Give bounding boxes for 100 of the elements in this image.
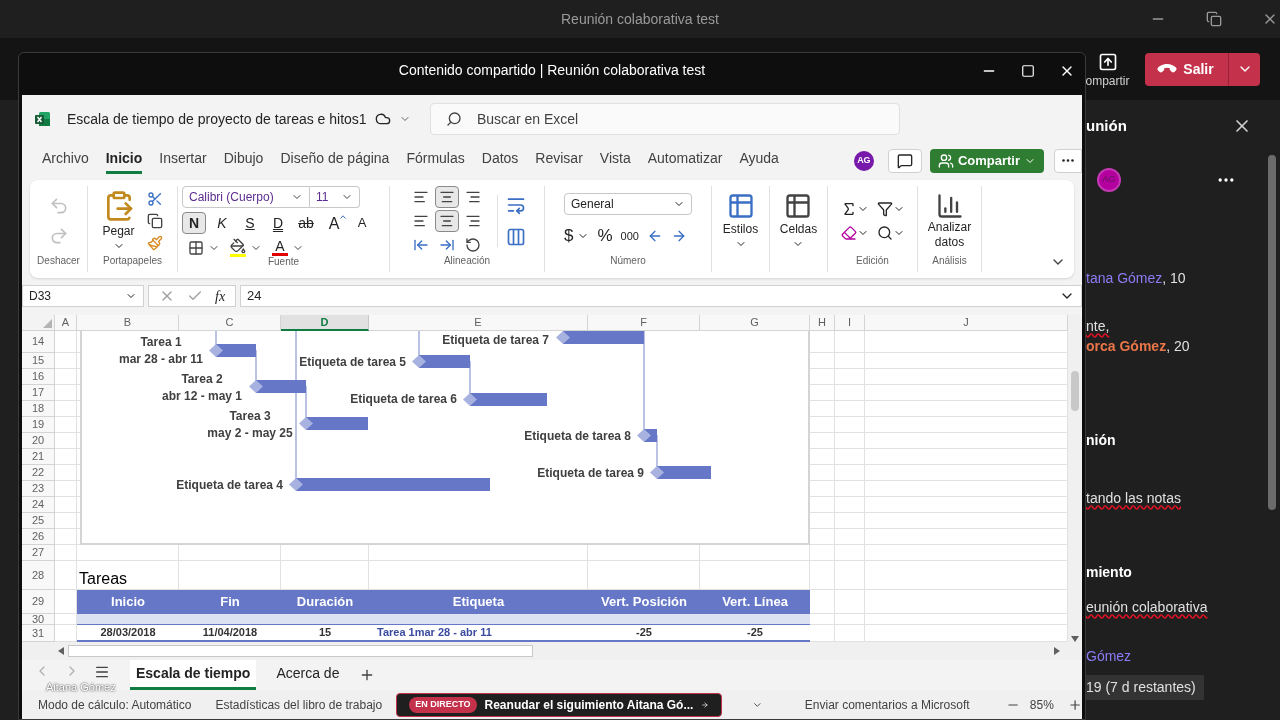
row-number: 21: [22, 449, 55, 465]
menu-tab[interactable]: Ayuda: [739, 147, 779, 174]
column-header[interactable]: C: [179, 315, 281, 331]
task-label: Tarea 2: [181, 371, 223, 388]
thousands-button[interactable]: 000: [620, 227, 639, 245]
calculation-mode: Modo de cálculo: Automático: [38, 697, 192, 714]
task-label: Etiqueta de tarea 4: [176, 477, 283, 494]
row-number: 27: [22, 545, 55, 561]
feedback-link[interactable]: Enviar comentarios a Microsoft: [804, 696, 970, 714]
row-number: 31: [22, 625, 55, 642]
task-label: Etiqueta de tarea 5: [299, 354, 406, 371]
menu-tab[interactable]: Archivo: [42, 147, 89, 174]
table-cell: 11/04/2018: [179, 625, 281, 642]
column-header[interactable]: G: [700, 315, 810, 331]
analyze-data-button[interactable]: Analizar datos: [921, 192, 978, 250]
row-number: 22: [22, 465, 55, 481]
task-label: Etiqueta de tarea 6: [350, 391, 457, 408]
row-number: 25: [22, 513, 55, 529]
table-cell: Tarea 1mar 28 - abr 11: [369, 625, 588, 642]
row-number: 20: [22, 433, 55, 449]
table-cell: 15: [281, 625, 369, 642]
menu-tab[interactable]: Datos: [481, 147, 519, 174]
name-box[interactable]: D33: [22, 285, 144, 307]
formula-field[interactable]: 24: [240, 285, 1082, 307]
table-cell: -25: [588, 625, 700, 642]
row-number: 18: [22, 401, 55, 417]
sheet-tab[interactable]: Acerca de: [270, 660, 346, 690]
column-header[interactable]: B: [77, 315, 179, 331]
row-number: 19: [22, 417, 55, 433]
group-label: Análisis: [931, 256, 968, 268]
font-family-select[interactable]: Calibri (Cuerpo): [182, 186, 310, 208]
entry-text: , 20: [1166, 336, 1190, 356]
share-button[interactable]: Compartir: [929, 148, 1044, 173]
menu-tab[interactable]: Revisar: [535, 147, 583, 174]
presenter-name: Aitana Gómez: [46, 680, 116, 695]
font-color-button[interactable]: A: [272, 239, 288, 256]
task-label: Tarea 3: [229, 408, 271, 425]
entry-text: tando las notas: [1086, 488, 1181, 508]
menu-tab[interactable]: Inicio: [105, 147, 143, 174]
live-banner[interactable]: EN DIRECTO Reanudar el siguimiento Aitana Gó...: [396, 693, 723, 717]
row-number: 23: [22, 481, 55, 497]
column-header[interactable]: H: [810, 315, 835, 331]
sheet-tab[interactable]: Escala de tiempo: [130, 660, 257, 690]
window-title: Contenido compartido | Reunión colaborativa test: [397, 61, 707, 80]
task-label: Tarea 1: [140, 334, 182, 351]
percent-button[interactable]: %: [597, 223, 613, 249]
styles-button[interactable]: Estilos: [722, 192, 759, 250]
section-heading: nión: [1086, 430, 1116, 450]
row-number: 16: [22, 369, 55, 385]
column-header[interactable]: F: [588, 315, 700, 331]
font-style-button[interactable]: D: [266, 212, 290, 234]
row-number: 15: [22, 353, 55, 369]
font-size-select[interactable]: 11: [310, 186, 360, 208]
panel-title: unión: [1086, 115, 1127, 136]
share-tray-button[interactable]: ompartir: [1085, 48, 1130, 90]
menu-tab[interactable]: Fórmulas: [406, 147, 465, 174]
user-avatar: AG: [1097, 168, 1121, 192]
cells-button[interactable]: Celdas: [779, 192, 818, 250]
paste-button[interactable]: Pegar: [102, 190, 135, 252]
person-mention[interactable]: Gómez: [1086, 645, 1132, 667]
task-dates: mar 28 - abr 11: [118, 351, 204, 368]
search-field[interactable]: Buscar en Excel: [430, 103, 900, 135]
function-label[interactable]: fx: [215, 285, 226, 307]
group-label: Fuente: [266, 257, 301, 269]
currency-button[interactable]: $: [564, 223, 574, 249]
window-title: Reunión colaborativa test: [560, 9, 720, 29]
font-style-button[interactable]: ab: [294, 212, 318, 234]
font-style-button[interactable]: N: [182, 212, 206, 234]
menu-tab[interactable]: Automatizar: [647, 147, 723, 174]
number-format-select[interactable]: General: [564, 193, 692, 216]
menu-tab[interactable]: Insertar: [159, 147, 207, 174]
grow-font-button[interactable]: A: [322, 212, 346, 234]
user-avatar: AG: [853, 150, 874, 171]
font-style-button[interactable]: K: [210, 212, 234, 234]
column-header[interactable]: J: [865, 315, 1068, 331]
entry-text: eunión colaborativa: [1086, 597, 1208, 617]
table-cell: 28/03/2018: [77, 625, 179, 642]
task-label: Etiqueta de tarea 7: [442, 332, 549, 349]
column-heading: Vert. Posición: [588, 590, 700, 614]
leave-button[interactable]: Salir: [1145, 52, 1260, 86]
column-header[interactable]: D: [281, 315, 369, 331]
menu-tab[interactable]: Diseño de página: [280, 147, 390, 174]
zoom-level: 85%: [1029, 697, 1054, 714]
workbook-statistics[interactable]: Estadísticas del libro de trabajo: [215, 696, 383, 714]
row-number: 24: [22, 497, 55, 513]
section-heading: miento: [1086, 562, 1132, 582]
task-label: Etiqueta de tarea 8: [524, 428, 631, 445]
column-heading: Vert. Línea: [700, 590, 810, 614]
row-number: 28: [22, 561, 55, 590]
column-heading: Duración: [281, 590, 369, 614]
column-header[interactable]: I: [835, 315, 865, 331]
shrink-font-button[interactable]: A: [350, 212, 374, 234]
row-number: 26: [22, 529, 55, 545]
menu-tab[interactable]: Dibujo: [223, 147, 264, 174]
file-name: Escala de tiempo de proyecto de tareas e hitos1: [67, 109, 367, 129]
column-header[interactable]: E: [369, 315, 588, 331]
font-style-button[interactable]: S: [238, 212, 262, 234]
menu-tab[interactable]: Vista: [599, 147, 631, 174]
column-header[interactable]: A: [55, 315, 77, 331]
group-label: Deshacer: [36, 256, 81, 268]
